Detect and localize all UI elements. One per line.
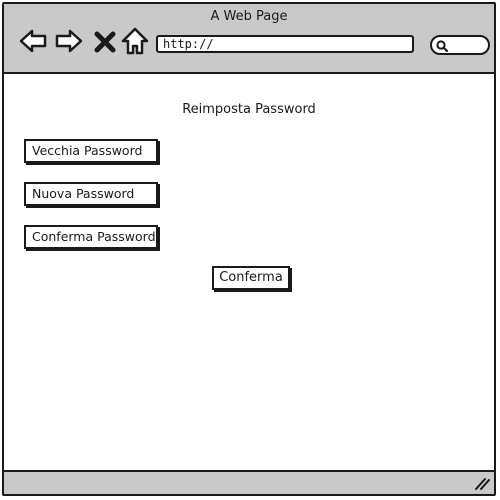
search-box[interactable] bbox=[430, 35, 490, 55]
confirm-button[interactable]: Conferma bbox=[212, 266, 290, 290]
url-input[interactable]: http:// bbox=[156, 35, 414, 53]
browser-window: A Web Page http:// Reimposta Password Ve… bbox=[2, 2, 496, 496]
old-password-field[interactable]: Vecchia Password bbox=[24, 139, 158, 163]
resize-grip-icon[interactable] bbox=[472, 474, 490, 492]
close-x-icon[interactable] bbox=[92, 26, 118, 56]
window-title: A Web Page bbox=[210, 9, 288, 24]
back-arrow-icon[interactable] bbox=[18, 26, 48, 56]
new-password-field[interactable]: Nuova Password bbox=[24, 182, 158, 206]
confirm-password-field[interactable]: Conferma Password bbox=[24, 225, 158, 249]
status-bar bbox=[4, 470, 494, 494]
browser-toolbar: A Web Page http:// bbox=[4, 4, 494, 74]
search-icon bbox=[436, 40, 449, 53]
forward-arrow-icon[interactable] bbox=[54, 26, 84, 56]
home-icon[interactable] bbox=[120, 26, 150, 56]
page-title: Reimposta Password bbox=[182, 102, 316, 117]
